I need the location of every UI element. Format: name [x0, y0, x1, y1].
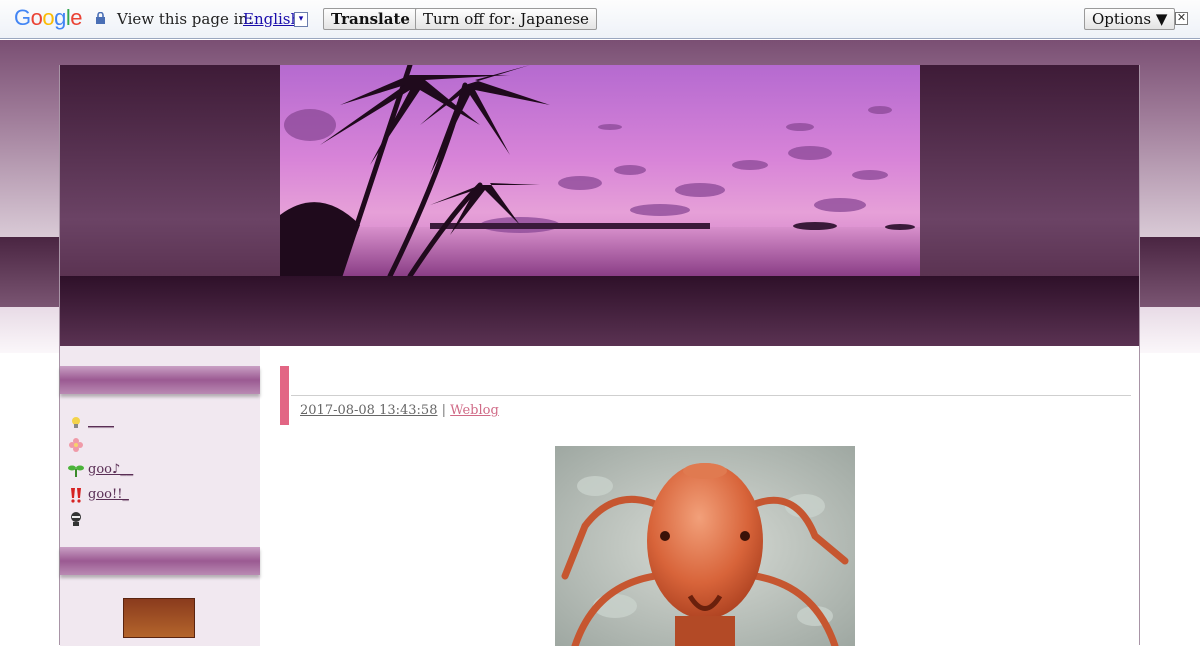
- sidebar-item-2[interactable]: [68, 436, 88, 454]
- close-icon[interactable]: ✕: [1175, 12, 1188, 25]
- entry-category-link[interactable]: Weblog: [450, 403, 499, 418]
- sidebar-header-2: [60, 547, 260, 575]
- entry-title-accent: [280, 366, 289, 425]
- header-band: [60, 276, 1139, 346]
- sidebar-item-4[interactable]: goo!!_: [68, 486, 129, 504]
- entry-photo-ant: [555, 446, 855, 646]
- sidebar: ____ goo♪__ goo!!_: [60, 346, 260, 646]
- header-banner-image: [280, 65, 920, 276]
- entry-meta: 2017-08-08 13:43:58 | Weblog: [300, 403, 499, 418]
- translate-button[interactable]: Translate: [323, 8, 418, 30]
- lightbulb-icon: [72, 416, 80, 428]
- sidebar-header-1: [60, 366, 260, 394]
- blog-header: [60, 65, 1139, 346]
- exclamation-icon: [71, 487, 81, 503]
- translate-bar: Google View this page in: English ▾ Tran…: [0, 0, 1200, 39]
- sidebar-item-1[interactable]: ____: [68, 413, 114, 431]
- entry-date-link[interactable]: 2017-08-08 13:43:58: [300, 403, 437, 418]
- sidebar-item-label[interactable]: ____: [88, 414, 114, 429]
- flower-icon: [69, 437, 83, 452]
- language-dropdown-icon[interactable]: ▾: [294, 12, 308, 27]
- sidebar-item-5[interactable]: [68, 510, 88, 528]
- sprout-icon: [68, 465, 84, 477]
- meta-separator: |: [441, 403, 447, 418]
- ninja-icon: [71, 511, 81, 526]
- options-button[interactable]: Options ▼: [1084, 8, 1176, 30]
- entry-divider: [291, 395, 1131, 396]
- sidebar-item-3[interactable]: goo♪__: [68, 461, 133, 479]
- book-thumbnail[interactable]: [123, 598, 195, 638]
- turn-off-button[interactable]: Turn off for: Japanese: [415, 8, 597, 30]
- sidebar-item-label[interactable]: goo!!_: [88, 487, 129, 502]
- blog-container: ____ goo♪__ goo!!_ 2017-08-08 13:43:58 |…: [59, 65, 1140, 646]
- view-page-label: View this page in:: [117, 10, 254, 28]
- sidebar-item-label[interactable]: goo♪__: [88, 462, 133, 477]
- google-logo: Google: [14, 5, 83, 30]
- lock-icon: [96, 12, 105, 24]
- language-select[interactable]: English: [243, 10, 300, 28]
